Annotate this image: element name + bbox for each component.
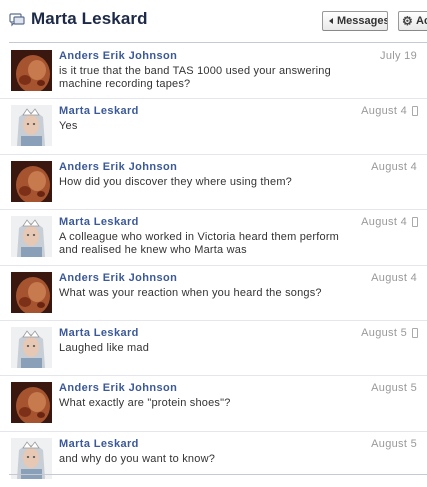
sender-name-link[interactable]: Marta Leskard	[59, 216, 139, 228]
message-date: August 4	[361, 216, 407, 229]
message-item: Anders Erik Johnson August 5 What exactl…	[0, 376, 427, 432]
left-arrow-icon	[329, 18, 333, 24]
message-item: Anders Erik Johnson August 4 What was yo…	[0, 266, 427, 321]
page-title: Marta Leskard	[31, 9, 148, 28]
message-item: Marta Leskard August 4 Yes	[0, 99, 427, 155]
message-body: Laughed like mad	[59, 341, 150, 354]
message-item: Marta Leskard August 4 A colleague who w…	[0, 210, 427, 266]
message-body: What exactly are "protein shoes"?	[59, 397, 231, 410]
conversation-header: Marta Leskard Messages ⚙ Ac	[0, 0, 427, 40]
message-date: July 19	[380, 50, 417, 62]
marta-avatar[interactable]	[11, 326, 52, 368]
message-item: Anders Erik Johnson August 4 How did you…	[0, 155, 427, 211]
marta-avatar[interactable]	[11, 216, 52, 258]
message-body: Yes	[59, 120, 78, 133]
message-item: Marta Leskard August 5 Laughed like mad	[0, 321, 427, 377]
message-body: How did you discover they where using th…	[59, 175, 292, 188]
message-date: August 4	[361, 105, 407, 118]
sender-name-link[interactable]: Anders Erik Johnson	[59, 272, 177, 284]
sender-name-link[interactable]: Marta Leskard	[59, 438, 139, 450]
actions-button-label: Ac	[416, 15, 427, 27]
marta-avatar[interactable]	[11, 437, 52, 479]
mobile-phone-icon	[412, 327, 418, 338]
messages-icon	[9, 13, 25, 27]
list-bottom-divider	[9, 474, 427, 475]
message-date: August 5	[361, 326, 407, 339]
actions-button[interactable]: ⚙ Ac	[398, 11, 427, 31]
marta-avatar[interactable]	[11, 105, 52, 147]
mobile-phone-icon	[412, 106, 418, 117]
message-item: Anders Erik Johnson July 19 is it true t…	[0, 44, 427, 100]
header-divider	[9, 42, 427, 43]
message-body: and why do you want to know?	[59, 452, 216, 465]
mobile-phone-icon	[412, 217, 418, 228]
sender-name-link[interactable]: Anders Erik Johnson	[59, 161, 177, 173]
sender-name-link[interactable]: Marta Leskard	[59, 105, 139, 117]
message-date: August 5	[371, 382, 417, 395]
sender-name-link[interactable]: Anders Erik Johnson	[59, 382, 177, 394]
messages-button-label: Messages	[337, 15, 388, 27]
anders-avatar[interactable]	[11, 160, 52, 202]
message-date: August 5	[371, 437, 417, 450]
sender-name-link[interactable]: Marta Leskard	[59, 327, 139, 339]
sender-name-link[interactable]: Anders Erik Johnson	[59, 50, 177, 62]
message-body: What was your reaction when you heard th…	[59, 286, 322, 299]
message-date: August 4	[371, 160, 417, 173]
anders-avatar[interactable]	[11, 271, 52, 313]
message-date: August 4	[371, 271, 417, 284]
message-body: A colleague who worked in Victoria heard…	[59, 231, 340, 257]
anders-avatar[interactable]	[11, 50, 52, 91]
back-to-messages-button[interactable]: Messages	[322, 11, 388, 31]
anders-avatar[interactable]	[11, 382, 52, 424]
gear-icon: ⚙	[402, 14, 413, 28]
message-list: Anders Erik Johnson July 19 is it true t…	[0, 44, 427, 487]
message-body: is it true that the band TAS 1000 used y…	[59, 65, 331, 90]
